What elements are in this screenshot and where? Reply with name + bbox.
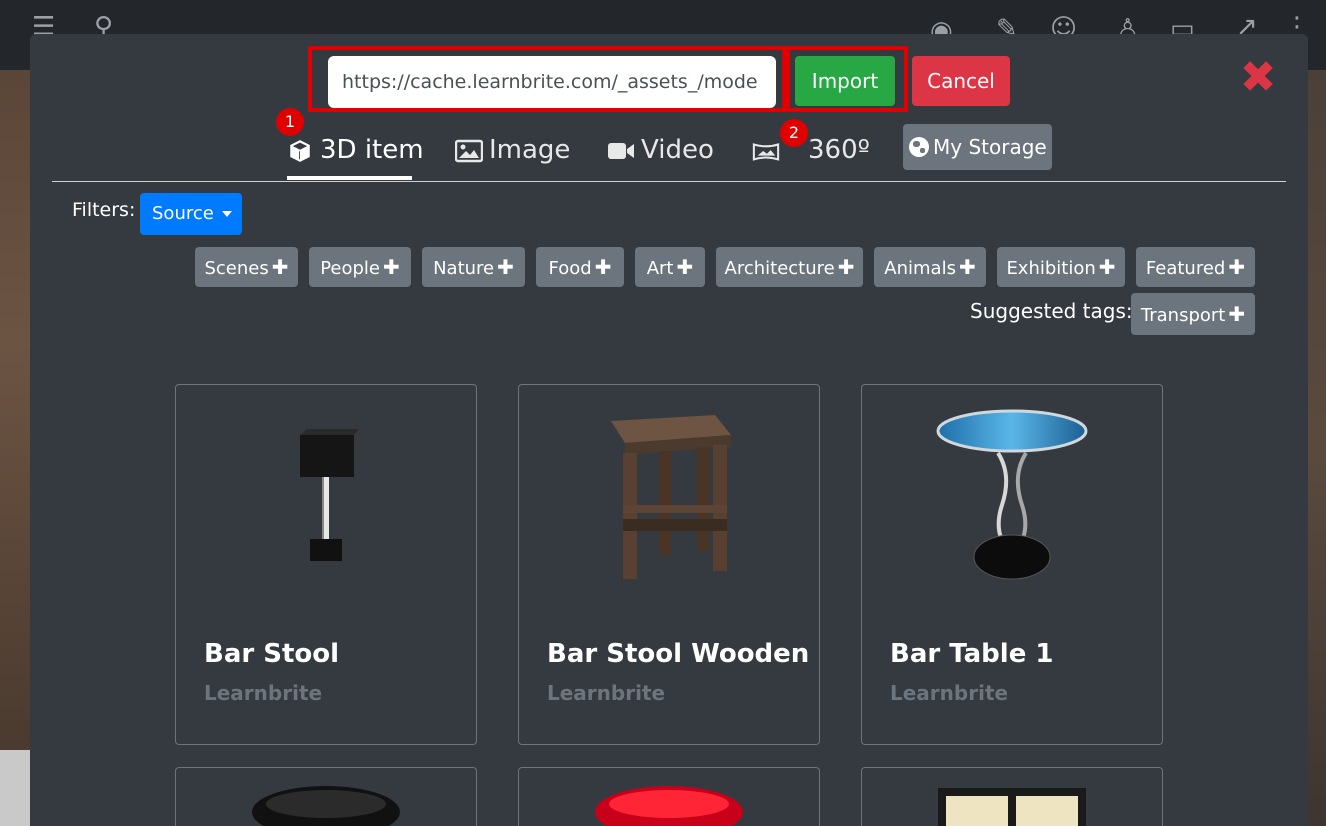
video-camera-icon [608, 142, 634, 159]
source-dropdown[interactable]: Source [140, 193, 242, 235]
tab-3d-item[interactable]: 3D item [286, 130, 424, 176]
scene-background-right [1308, 70, 1326, 826]
suggested-tags-label: Suggested tags: [970, 299, 1133, 323]
red-stool-thumbnail [595, 786, 743, 826]
tab-label: 360º [808, 135, 870, 165]
tag-architecture[interactable]: Architecture ✚ [716, 247, 863, 287]
tag-label: Nature [433, 258, 495, 279]
plus-icon: ✚ [1228, 255, 1246, 279]
tab-label: Image [489, 135, 571, 165]
bar-table-thumbnail [936, 409, 1088, 580]
import-button[interactable]: Import [795, 56, 895, 106]
image-icon [455, 139, 483, 162]
plus-icon: ✚ [594, 255, 612, 279]
card-source: Learnbrite [204, 681, 323, 705]
tag-animals[interactable]: Animals ✚ [874, 247, 986, 287]
panorama-icon [752, 142, 780, 161]
tag-art[interactable]: Art ✚ [635, 247, 705, 287]
tag-label: Exhibition [1006, 258, 1096, 279]
scene-floor [0, 750, 30, 826]
asset-card-bar-table-1[interactable]: Bar Table 1 Learnbrite [861, 384, 1163, 745]
filters-label: Filters: [72, 199, 136, 221]
close-icon[interactable]: ✖ [1236, 56, 1280, 100]
tab-360[interactable]: 360º [752, 130, 870, 176]
plus-icon: ✚ [497, 255, 514, 279]
caret-down-icon [221, 211, 232, 217]
card-title: Bar Table 1 [890, 639, 1054, 669]
tag-people[interactable]: People ✚ [309, 247, 411, 287]
plus-icon: ✚ [676, 255, 694, 279]
asset-card-partial[interactable] [175, 767, 477, 826]
black-stool-thumbnail [252, 786, 400, 826]
bar-stool-thumbnail [300, 429, 359, 561]
wooden-stool-thumbnail [611, 415, 731, 579]
scene-background-left [0, 70, 30, 750]
card-title: Bar Stool [204, 639, 340, 669]
my-storage-label: My Storage [933, 135, 1047, 159]
tab-label: 3D item [320, 135, 424, 165]
tag-nature[interactable]: Nature ✚ [422, 247, 525, 287]
card-source: Learnbrite [890, 681, 1009, 705]
plus-icon: ✚ [1228, 302, 1246, 326]
plus-icon: ✚ [383, 255, 400, 279]
source-label: Source [152, 203, 214, 224]
asset-card-bar-stool-wooden[interactable]: Bar Stool Wooden Learnbrite [518, 384, 820, 745]
tag-label: Food [548, 258, 592, 279]
tab-label: Video [641, 135, 714, 165]
tabs-divider [52, 181, 1286, 182]
plus-icon: ✚ [1098, 255, 1116, 279]
tag-label: Featured [1145, 258, 1226, 279]
tab-image[interactable]: Image [455, 130, 570, 176]
plus-icon: ✚ [271, 255, 289, 279]
card-title: Bar Stool Wooden [547, 639, 810, 669]
tag-label: Scenes [204, 258, 269, 279]
tag-featured[interactable]: Featured ✚ [1136, 247, 1255, 287]
active-tab-indicator [287, 176, 412, 180]
asset-url-input[interactable]: https://cache.learnbrite.com/_assets_/mo… [328, 56, 776, 108]
tag-label: Transport [1140, 305, 1226, 326]
card-source: Learnbrite [547, 681, 666, 705]
plus-icon: ✚ [837, 255, 855, 279]
tag-label: People [320, 258, 381, 279]
asset-card-partial[interactable] [861, 767, 1163, 826]
tag-transport[interactable]: Transport ✚ [1131, 293, 1255, 335]
tag-scenes[interactable]: Scenes ✚ [195, 247, 298, 287]
tab-video[interactable]: Video [607, 130, 714, 176]
plus-icon: ✚ [958, 255, 976, 279]
import-asset-modal: https://cache.learnbrite.com/_assets_/mo… [30, 34, 1308, 826]
tag-label: Art [646, 258, 674, 279]
tag-label: Architecture [724, 258, 835, 279]
asset-card-bar-stool[interactable]: Bar Stool Learnbrite [175, 384, 477, 745]
cube-icon [290, 139, 310, 162]
tag-exhibition[interactable]: Exhibition ✚ [997, 247, 1125, 287]
tag-food[interactable]: Food ✚ [536, 247, 624, 287]
globe-icon [909, 137, 929, 157]
bench-thumbnail [938, 788, 1086, 826]
asset-card-partial[interactable] [518, 767, 820, 826]
my-storage-button[interactable]: My Storage [903, 124, 1052, 170]
tag-label: Animals [884, 258, 956, 279]
cancel-button[interactable]: Cancel [912, 56, 1010, 106]
